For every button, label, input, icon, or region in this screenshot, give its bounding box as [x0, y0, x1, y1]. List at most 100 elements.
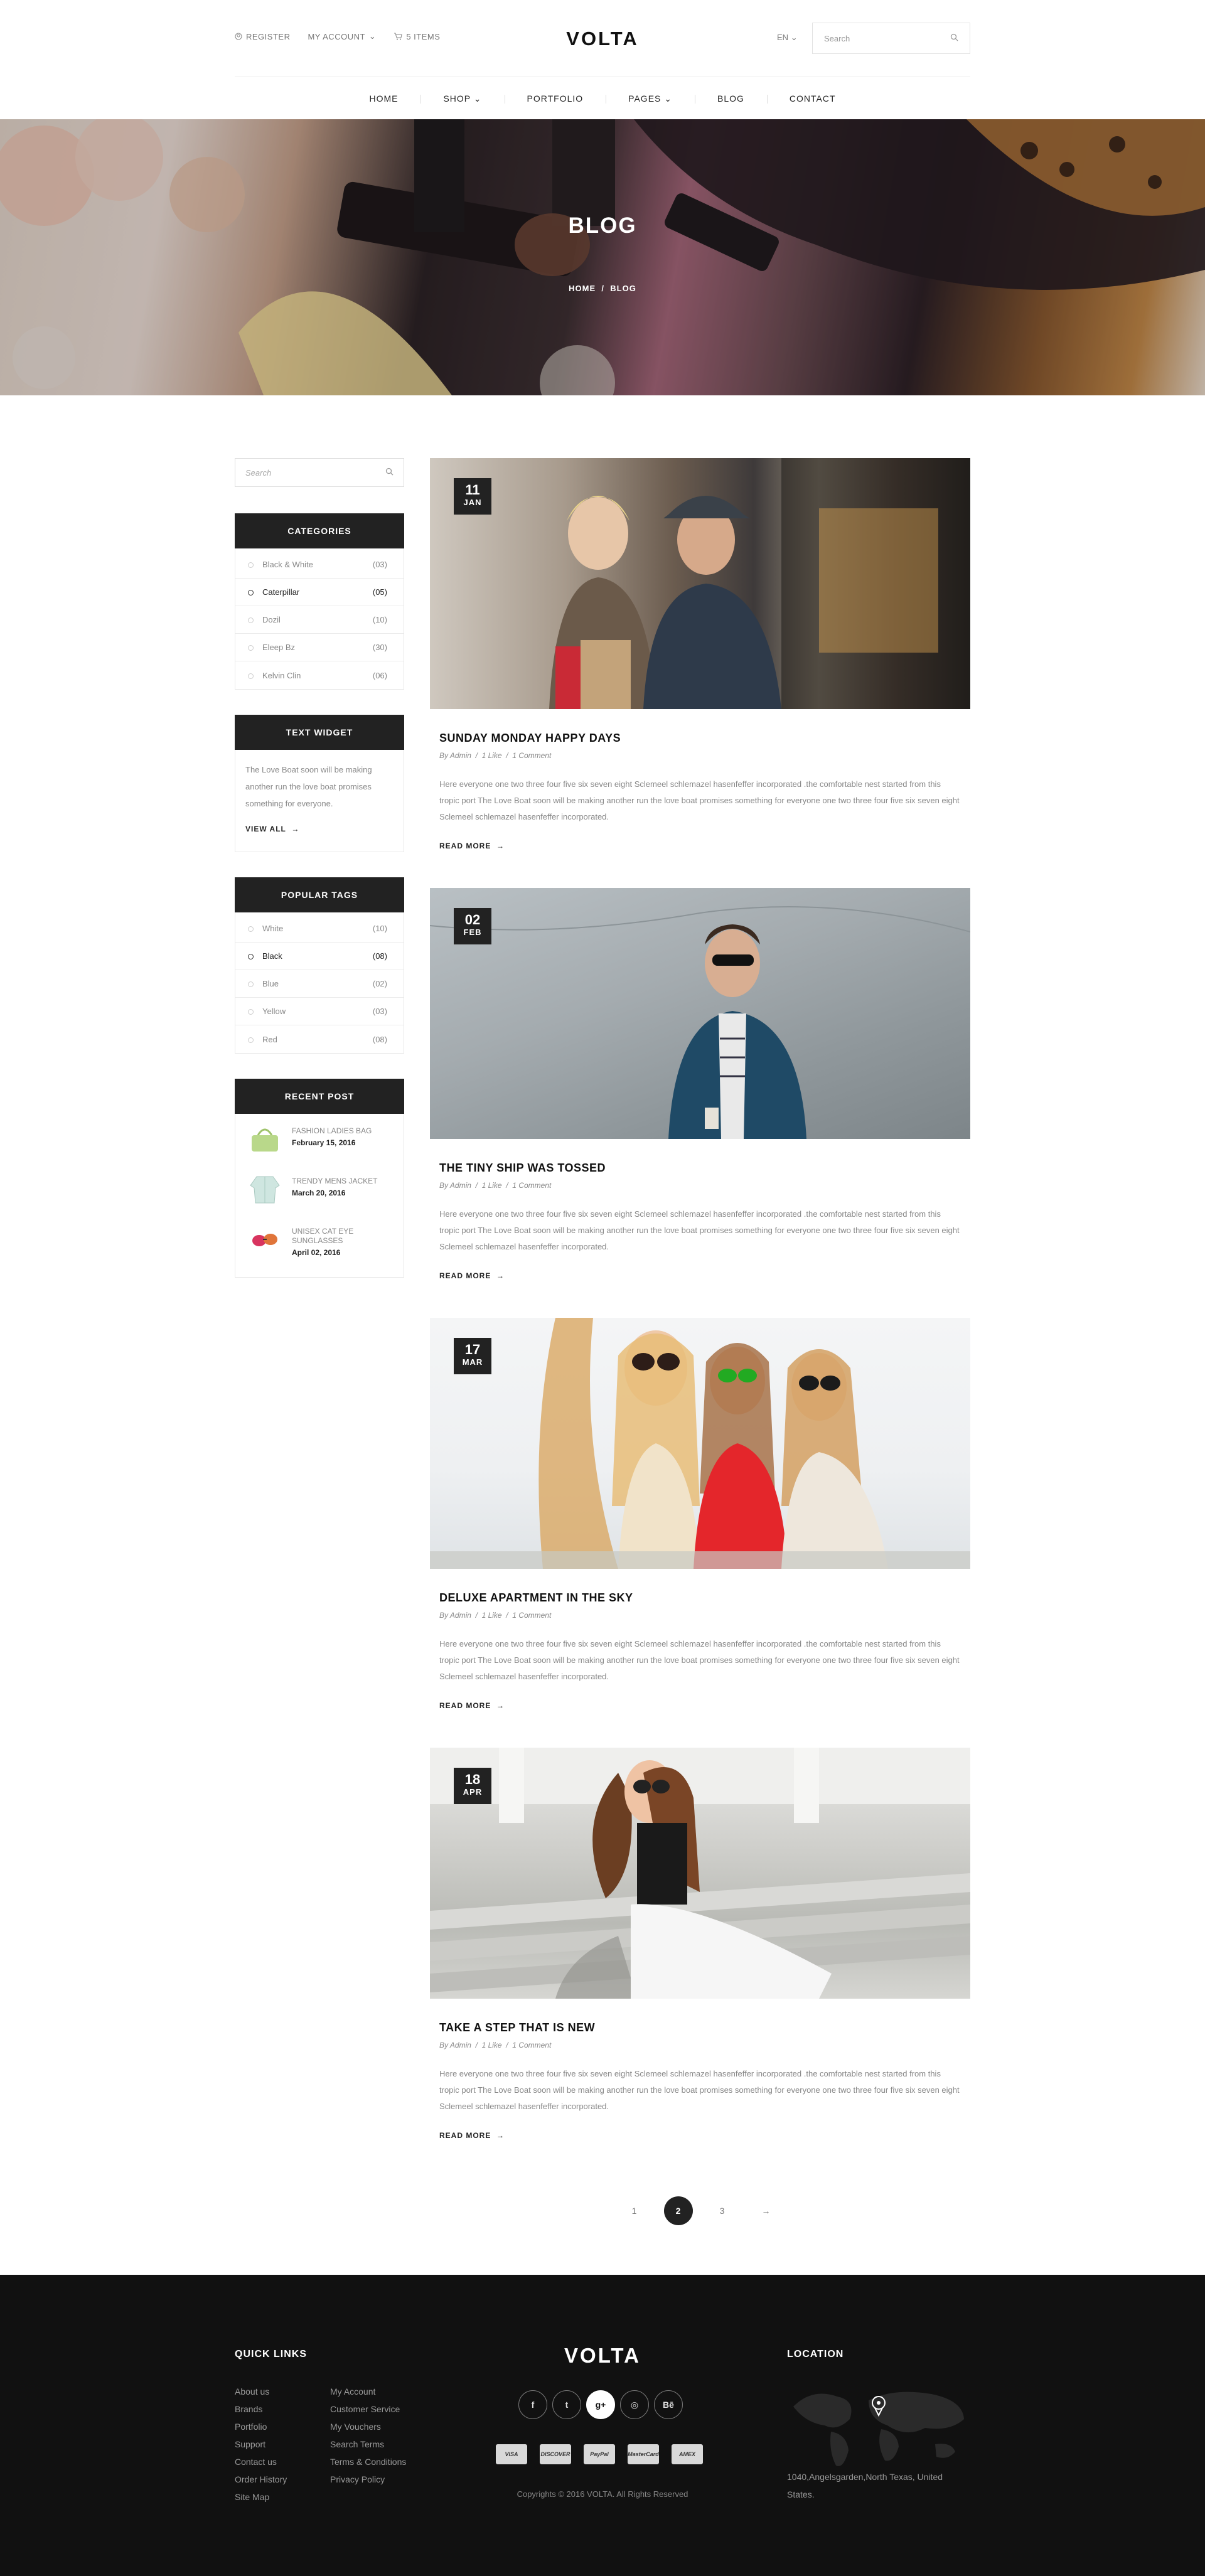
page-link-3[interactable]: 3	[708, 2196, 737, 2225]
category-item[interactable]: Caterpillar (05)	[235, 579, 404, 606]
twitter-icon[interactable]: t	[552, 2390, 581, 2419]
category-item[interactable]: Kelvin Clin (06)	[235, 661, 404, 689]
recent-post-item[interactable]: FASHION LADIES BAG February 15, 2016	[235, 1114, 404, 1164]
nav-shop[interactable]: SHOP ⌄	[420, 94, 504, 104]
text-widget: TEXT WIDGET The Love Boat soon will be m…	[235, 715, 404, 852]
post-comments[interactable]: 1 Comment	[512, 1611, 551, 1620]
categories-widget: CATEGORIES Black & White (03) Caterpillar…	[235, 513, 404, 690]
view-all-link[interactable]: VIEW ALL →	[245, 821, 394, 838]
footer-link[interactable]: Contact us	[235, 2453, 287, 2471]
three-women-sunglasses-photo[interactable]: 17 MAR	[430, 1318, 970, 1569]
tag-item[interactable]: Red (08)	[235, 1025, 404, 1053]
recent-post-title[interactable]: UNISEX CAT EYE SUNGLASSES	[292, 1227, 392, 1246]
site-logo[interactable]: VOLTA	[566, 28, 638, 50]
nav-contact[interactable]: CONTACT	[766, 94, 859, 104]
bag-thumbnail[interactable]	[247, 1121, 283, 1157]
post-title[interactable]: TAKE A STEP THAT IS NEW	[439, 2021, 970, 2034]
post-excerpt: Here everyone one two three four five si…	[439, 2069, 960, 2111]
tag-item[interactable]: White (10)	[235, 915, 404, 943]
footer-link[interactable]: Portfolio	[235, 2418, 287, 2435]
search-icon[interactable]	[950, 33, 958, 43]
footer-link[interactable]: My Account	[330, 2383, 406, 2400]
footer-link[interactable]: Brands	[235, 2400, 287, 2418]
footer-link[interactable]: Order History	[235, 2471, 287, 2488]
bullet-icon	[248, 617, 254, 624]
man-blazer-photo[interactable]: 02 FEB	[430, 888, 970, 1139]
search-icon[interactable]	[385, 468, 394, 478]
register-link[interactable]: REGISTER	[235, 31, 290, 41]
footer-link[interactable]: Customer Service	[330, 2400, 406, 2418]
next-page-arrow-icon[interactable]: →	[752, 2196, 781, 2225]
post-likes[interactable]: 1 Like	[482, 1181, 502, 1190]
recent-post-title[interactable]: TRENDY MENS JACKET	[292, 1177, 377, 1186]
tag-item[interactable]: Black (08)	[235, 943, 404, 970]
arrow-right-icon: →	[496, 1701, 505, 1710]
post-author[interactable]: By Admin	[439, 751, 471, 760]
jacket-thumbnail[interactable]	[247, 1172, 283, 1207]
post-title[interactable]: THE TINY SHIP WAS TOSSED	[439, 1162, 970, 1175]
post-month: APR	[463, 1787, 483, 1797]
post-likes[interactable]: 1 Like	[482, 1611, 502, 1620]
tag-item[interactable]: Blue (02)	[235, 970, 404, 998]
breadcrumb-home[interactable]: HOME	[569, 284, 596, 293]
post-comments[interactable]: 1 Comment	[512, 751, 551, 760]
header-search-input[interactable]: Search	[812, 23, 970, 54]
category-label: Kelvin Clin	[262, 670, 301, 680]
nav-blog[interactable]: BLOG	[695, 94, 767, 104]
facebook-icon[interactable]: f	[518, 2390, 547, 2419]
tag-count: (10)	[372, 924, 387, 933]
post-author[interactable]: By Admin	[439, 1181, 471, 1190]
page-link-1[interactable]: 1	[620, 2196, 649, 2225]
behance-icon[interactable]: Bē	[654, 2390, 683, 2419]
woman-on-steps-photo[interactable]: 18 APR	[430, 1748, 970, 1999]
footer-link[interactable]: Terms & Conditions	[330, 2453, 406, 2471]
footer-link[interactable]: About us	[235, 2383, 287, 2400]
couple-shopping-photo[interactable]: 11 JAN	[430, 458, 970, 709]
category-item[interactable]: Eleep Bz (30)	[235, 634, 404, 661]
footer-link[interactable]: My Vouchers	[330, 2418, 406, 2435]
recent-post-item[interactable]: UNISEX CAT EYE SUNGLASSES April 02, 2016	[235, 1214, 404, 1264]
sunglasses-thumbnail[interactable]	[247, 1222, 283, 1257]
footer-logo[interactable]: VOLTA	[564, 2344, 641, 2368]
post-comments[interactable]: 1 Comment	[512, 2041, 551, 2050]
footer-link[interactable]: Privacy Policy	[330, 2471, 406, 2488]
read-more-link[interactable]: READ MORE →	[439, 1271, 505, 1280]
language-selector[interactable]: EN ⌄	[777, 33, 798, 43]
popular-tags-widget: POPULAR TAGS White (10) Black (08) Blue (02…	[235, 877, 404, 1054]
read-more-link[interactable]: READ MORE →	[439, 842, 505, 850]
post-title[interactable]: SUNDAY MONDAY HAPPY DAYS	[439, 732, 970, 745]
address-text: 1040,Angelsgarden,North Texas, United St…	[787, 2472, 943, 2499]
paypal-icon: PayPal	[584, 2444, 615, 2464]
site-footer: QUICK LINKS About us Brands Portfolio Su…	[0, 2275, 1205, 2576]
post-meta: By Admin / 1 Like / 1 Comment	[439, 2041, 552, 2050]
instagram-icon[interactable]: ◎	[620, 2390, 649, 2419]
sidebar-search-input[interactable]: Search	[235, 458, 404, 487]
breadcrumb-current: BLOG	[610, 284, 636, 293]
category-item[interactable]: Dozil (10)	[235, 606, 404, 634]
footer-link[interactable]: Support	[235, 2435, 287, 2453]
recent-post-item[interactable]: TRENDY MENS JACKET March 20, 2016	[235, 1164, 404, 1214]
page-hero-banner: BLOG HOME / BLOG	[0, 119, 1205, 395]
nav-home[interactable]: HOME	[346, 94, 420, 104]
category-count: (30)	[372, 643, 387, 652]
cart-link[interactable]: 5 ITEMS	[394, 31, 440, 41]
my-account-dropdown[interactable]: MY ACCOUNT ⌄	[308, 31, 376, 41]
post-likes[interactable]: 1 Like	[482, 2041, 502, 2050]
category-item[interactable]: Black & White (03)	[235, 551, 404, 579]
post-title[interactable]: DELUXE APARTMENT IN THE SKY	[439, 1591, 970, 1605]
visa-icon: VISA	[496, 2444, 527, 2464]
google-plus-icon[interactable]: g+	[586, 2390, 615, 2419]
blog-post-list: 11 JAN SUNDAY MONDAY HAPPY DAYS By Admin…	[430, 458, 970, 2178]
footer-link[interactable]: Search Terms	[330, 2435, 406, 2453]
post-comments[interactable]: 1 Comment	[512, 1181, 551, 1190]
page-link-2-current[interactable]: 2	[663, 2196, 693, 2225]
post-author[interactable]: By Admin	[439, 2041, 471, 2050]
tag-item[interactable]: Yellow (03)	[235, 998, 404, 1025]
nav-pages[interactable]: PAGES ⌄	[606, 94, 695, 104]
read-more-link[interactable]: READ MORE →	[439, 1701, 505, 1710]
nav-portfolio[interactable]: PORTFOLIO	[504, 94, 606, 104]
recent-post-title[interactable]: FASHION LADIES BAG	[292, 1126, 372, 1136]
post-likes[interactable]: 1 Like	[482, 751, 502, 760]
post-author[interactable]: By Admin	[439, 1611, 471, 1620]
read-more-link[interactable]: READ MORE →	[439, 2131, 505, 2140]
